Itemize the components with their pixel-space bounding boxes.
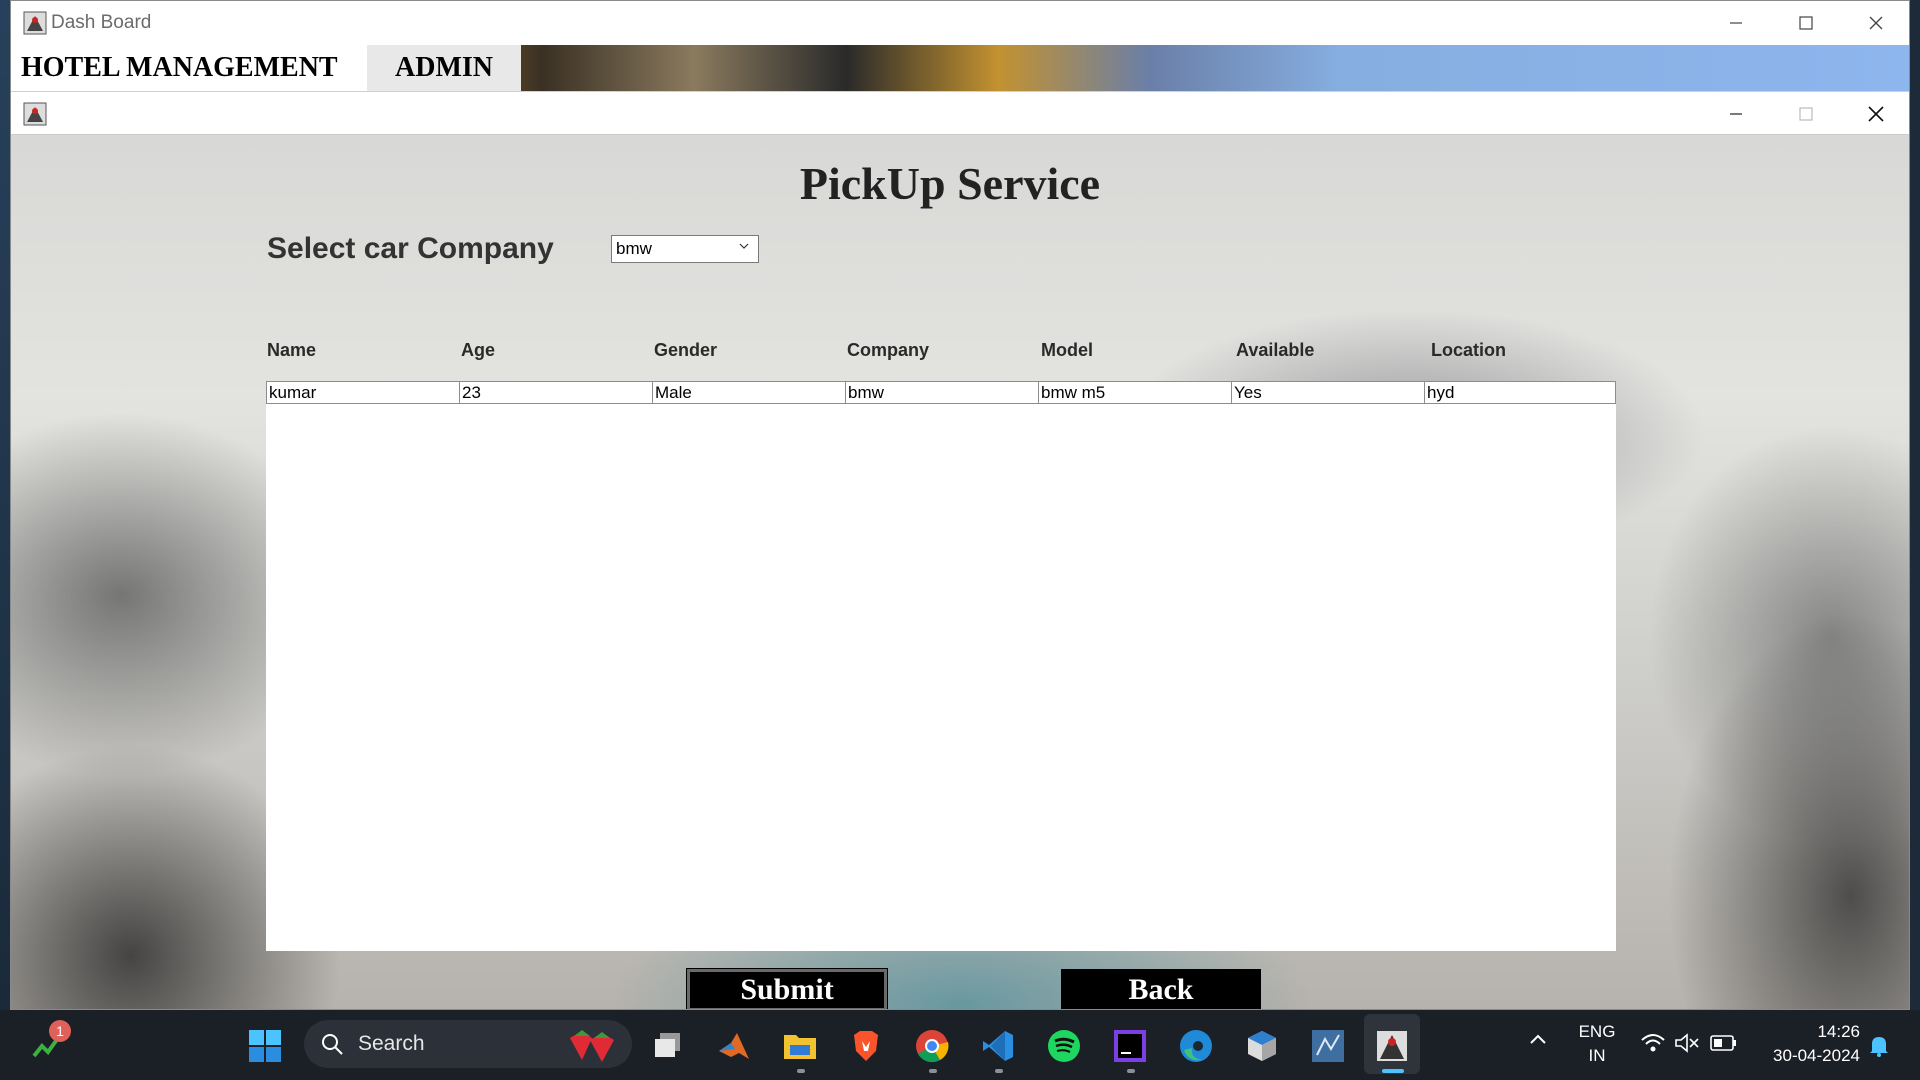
taskbar-search[interactable]: Search <box>304 1020 632 1068</box>
wifi-button[interactable] <box>1640 1032 1666 1059</box>
volume-muted-icon <box>1675 1033 1699 1053</box>
spotify-icon <box>1048 1030 1080 1062</box>
active-indicator <box>1382 1069 1404 1073</box>
notifications-button[interactable] <box>1868 1034 1890 1063</box>
maximize-icon <box>1799 107 1813 121</box>
running-indicator <box>797 1069 805 1073</box>
menu-admin[interactable]: ADMIN <box>367 45 521 91</box>
taskbar-mysql-workbench[interactable] <box>1310 1028 1346 1064</box>
maximize-button[interactable] <box>1771 1 1841 45</box>
taskbar <box>0 1010 1920 1080</box>
submit-button[interactable]: Submit <box>686 968 888 1009</box>
minimize-icon <box>1730 22 1742 24</box>
table-cell-gender[interactable]: Male <box>652 381 846 404</box>
taskbar-virtualbox[interactable] <box>1244 1028 1280 1064</box>
dashboard-title: Dash Board <box>51 12 152 33</box>
virtualbox-icon <box>1248 1031 1276 1061</box>
taskbar-intellij[interactable] <box>1112 1028 1148 1064</box>
clock-time[interactable]: 14:26 <box>1760 1022 1860 1042</box>
taskbar-java-app[interactable] <box>1374 1028 1410 1064</box>
brave-icon <box>854 1031 878 1061</box>
column-header-age: Age <box>461 340 496 360</box>
company-select[interactable]: bmw <box>611 235 759 263</box>
taskbar-edge[interactable] <box>1178 1028 1214 1064</box>
menu-hotel-management[interactable]: HOTEL MANAGEMENT <box>11 45 367 91</box>
chrome-icon <box>916 1030 949 1063</box>
clock-date[interactable]: 30-04-2024 <box>1750 1046 1860 1066</box>
taskbar-file-explorer[interactable] <box>782 1028 818 1064</box>
task-view-icon <box>655 1033 680 1057</box>
minimize-icon <box>1730 113 1742 115</box>
running-indicator <box>929 1069 937 1073</box>
taskbar-brave[interactable] <box>848 1028 884 1064</box>
minimize-button[interactable] <box>1701 1 1771 45</box>
frame-minimize-button[interactable] <box>1701 92 1771 136</box>
frame-close-button[interactable] <box>1841 92 1911 136</box>
column-header-company: Company <box>847 340 930 360</box>
intellij-icon <box>1114 1030 1146 1062</box>
frame-maximize-button[interactable] <box>1771 92 1841 136</box>
table-cell-available[interactable]: Yes <box>1231 381 1425 404</box>
column-header-gender: Gender <box>654 340 718 360</box>
table-cell-model[interactable]: bmw m5 <box>1038 381 1232 404</box>
column-header-model: Model <box>1041 340 1093 360</box>
column-header-available: Available <box>1236 340 1315 360</box>
wifi-icon <box>1641 1034 1665 1052</box>
table-cell-company[interactable]: bmw <box>845 381 1039 404</box>
column-header-name: Name <box>267 340 317 360</box>
close-icon <box>1869 16 1883 30</box>
frame-titlebar <box>11 91 1909 135</box>
bell-icon <box>1870 1037 1888 1057</box>
running-indicator <box>995 1069 1003 1073</box>
edge-icon <box>1180 1030 1212 1062</box>
taskbar-vscode[interactable] <box>980 1028 1016 1064</box>
chevron-down-icon <box>739 243 749 249</box>
dashboard-titlebar: Dash Board <box>11 1 1909 45</box>
pickup-service-frame: PickUp Service Select car Company bmw Na… <box>11 91 1909 1009</box>
strawberry-icon <box>570 1030 614 1062</box>
language-indicator[interactable]: ENG <box>1578 1022 1616 1042</box>
table-cell-age[interactable]: 23 <box>459 381 653 404</box>
file-explorer-icon <box>784 1035 816 1059</box>
volume-button[interactable] <box>1674 1032 1700 1059</box>
table-cell-location[interactable]: hyd <box>1424 381 1616 404</box>
taskbar-matlab[interactable] <box>716 1028 752 1064</box>
search-icon <box>322 1034 343 1055</box>
select-company-label: Select car Company <box>267 232 554 265</box>
close-icon <box>1868 106 1884 122</box>
start-button[interactable] <box>247 1028 283 1064</box>
table-cell-name[interactable]: kumar <box>266 381 460 404</box>
battery-button[interactable] <box>1710 1034 1738 1057</box>
maximize-icon <box>1799 16 1813 30</box>
java-app-icon <box>23 11 47 35</box>
chevron-up-icon <box>1530 1034 1546 1044</box>
mysql-workbench-icon <box>1312 1030 1344 1062</box>
page-title: PickUp Service <box>799 158 1101 209</box>
matlab-icon <box>719 1033 749 1059</box>
vscode-icon <box>983 1031 1013 1061</box>
show-hidden-icons-button[interactable] <box>1528 1030 1548 1055</box>
windows-start-icon <box>249 1030 281 1062</box>
notification-badge: 1 <box>49 1020 71 1042</box>
back-button[interactable]: Back <box>1061 969 1261 1009</box>
pickup-table[interactable]: kumar 23 Male bmw bmw m5 Yes hyd <box>266 381 1616 951</box>
java-app-icon <box>23 102 47 126</box>
taskbar-spotify[interactable] <box>1046 1028 1082 1064</box>
taskbar-chrome[interactable] <box>914 1028 950 1064</box>
desktop-background <box>0 0 10 1010</box>
dashboard-window: Dash Board HOTEL MANAGEMENT ADMIN PickUp… <box>10 0 1910 1010</box>
company-select-value: bmw <box>616 239 652 258</box>
frame-content: PickUp Service Select car Company bmw Na… <box>11 135 1909 1009</box>
running-indicator <box>1127 1069 1135 1073</box>
search-label: Search <box>358 1032 425 1055</box>
column-header-location: Location <box>1431 340 1506 360</box>
battery-icon <box>1710 1035 1736 1051</box>
taskbar-task-view[interactable] <box>650 1028 686 1064</box>
region-indicator: IN <box>1588 1046 1606 1065</box>
java-app-icon <box>1377 1031 1407 1061</box>
close-button[interactable] <box>1841 1 1911 45</box>
